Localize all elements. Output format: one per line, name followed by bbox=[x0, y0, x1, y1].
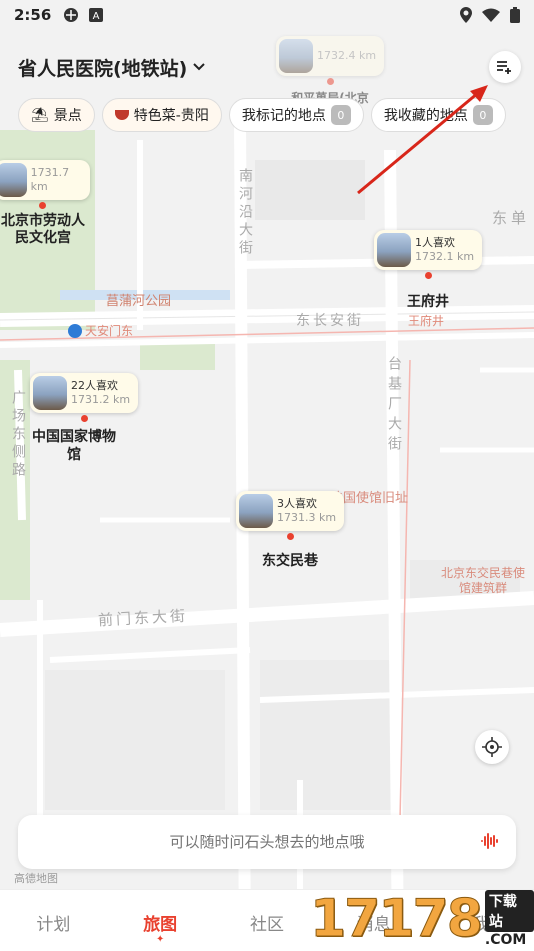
count-badge: 0 bbox=[330, 105, 351, 125]
beach-umbrella-icon: ⛱ bbox=[31, 107, 49, 123]
map-pin-icon bbox=[80, 415, 88, 422]
active-indicator-icon: ✦ bbox=[156, 934, 165, 945]
poi-thumbnail bbox=[239, 494, 273, 528]
poi-thumbnail bbox=[377, 233, 411, 267]
chevron-down-icon bbox=[193, 63, 206, 71]
poi-labor-culture-palace[interactable]: 1731.7 km 北京市劳动人民文化宫 bbox=[0, 160, 90, 247]
poi-wangfujing[interactable]: 1人喜欢 1732.1 km 王府井 bbox=[374, 230, 483, 311]
voice-icon[interactable] bbox=[480, 832, 498, 850]
status-time: 2:56 bbox=[14, 6, 52, 24]
map-label-taiji: 台基厂大街 bbox=[386, 356, 402, 456]
dish-icon bbox=[114, 110, 129, 120]
poi-label: 王府井 bbox=[407, 294, 450, 310]
watermark-suffix: .COM bbox=[484, 932, 527, 948]
list-add-button[interactable] bbox=[489, 51, 521, 83]
map-canvas[interactable] bbox=[0, 0, 534, 950]
vpn-icon bbox=[64, 8, 79, 22]
chip-my-favorites[interactable]: 我收藏的地点 0 bbox=[370, 98, 506, 132]
page-title: 省人民医院(地铁站) bbox=[18, 57, 188, 80]
map-pin-icon bbox=[326, 78, 334, 85]
map-label-guangchang: 广场东侧路 bbox=[10, 390, 26, 480]
poi-top-faded[interactable]: 1732.4 km 和平菓局(北京 bbox=[276, 36, 385, 106]
ask-search-bar[interactable] bbox=[18, 815, 516, 869]
map-pin-icon bbox=[286, 533, 294, 540]
playlist-add-icon bbox=[497, 61, 511, 74]
map-label-embassy-group: 北京东交民巷使馆建筑群 bbox=[440, 566, 525, 595]
chip-label: 景点 bbox=[53, 108, 82, 124]
nav-plan[interactable]: 计划 bbox=[0, 890, 107, 935]
site-watermark: 17178 下载站 .COM bbox=[310, 888, 534, 950]
filter-chips: ⛱ 景点 特色菜-贵阳 我标记的地点 0 我收藏的地点 0 bbox=[18, 98, 506, 132]
map-label-nanheyan: 南河沿大街 bbox=[237, 168, 253, 258]
chip-label: 我收藏的地点 bbox=[383, 108, 468, 124]
nav-travel-map[interactable]: 旅图 ✦ bbox=[107, 890, 214, 945]
poi-thumbnail bbox=[279, 39, 313, 73]
map-label-wangfujing-metro: 王府井 bbox=[408, 314, 445, 328]
status-bar: 2:56 A bbox=[0, 0, 534, 30]
locate-me-button[interactable] bbox=[475, 730, 509, 764]
battery-icon bbox=[510, 7, 520, 23]
count-badge: 0 bbox=[472, 105, 493, 125]
app-a-icon: A bbox=[89, 8, 104, 22]
chip-label: 我标记的地点 bbox=[241, 108, 326, 124]
poi-thumbnail bbox=[33, 376, 67, 410]
map-label-changan: 东长安街 bbox=[296, 313, 364, 329]
location-icon bbox=[460, 7, 472, 23]
map-credit: 高德地图 bbox=[14, 872, 58, 885]
poi-thumbnail bbox=[0, 163, 27, 197]
chip-my-marked[interactable]: 我标记的地点 0 bbox=[228, 98, 364, 132]
map-pin-icon bbox=[38, 202, 46, 209]
chip-label: 特色菜-贵阳 bbox=[133, 108, 209, 124]
map-label-dongdan: 东单 bbox=[492, 209, 531, 227]
map-label-metro-station: 天安门东 bbox=[68, 322, 133, 339]
poi-label: 中国国家博物馆 bbox=[32, 429, 116, 463]
location-selector[interactable]: 省人民医院(地铁站) bbox=[18, 52, 206, 82]
poi-label: 东交民巷 bbox=[262, 553, 319, 569]
svg-text:A: A bbox=[93, 11, 100, 22]
map-pin-icon bbox=[424, 272, 432, 279]
search-input[interactable] bbox=[100, 832, 434, 852]
map-label-park: 菖蒲河公园 bbox=[106, 294, 172, 309]
crosshair-icon bbox=[482, 737, 502, 757]
watermark-tag: 下载站 bbox=[484, 890, 534, 932]
poi-national-museum[interactable]: 22人喜欢 1731.2 km 中国国家博物馆 bbox=[30, 373, 139, 464]
poi-label: 北京市劳动人民文化宫 bbox=[1, 213, 85, 246]
chip-local-dish[interactable]: 特色菜-贵阳 bbox=[101, 98, 222, 132]
metro-icon bbox=[68, 323, 82, 338]
poi-dongjiaominxiang[interactable]: 3人喜欢 1731.3 km 东交民巷 bbox=[236, 491, 345, 570]
nav-community[interactable]: 社区 bbox=[214, 890, 321, 935]
watermark-number: 17178 bbox=[310, 889, 484, 950]
wifi-icon bbox=[482, 8, 500, 22]
chip-scenic[interactable]: ⛱ 景点 bbox=[18, 98, 95, 132]
